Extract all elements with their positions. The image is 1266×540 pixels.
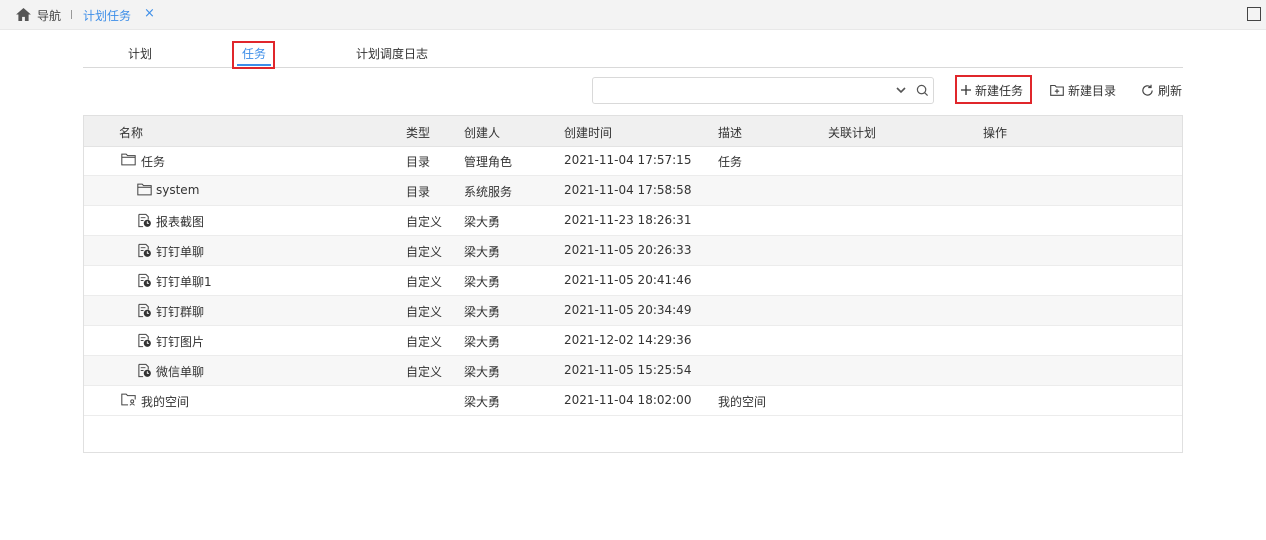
- table-row[interactable]: 任务 目录 管理角色 2021-11-04 17:57:15 任务: [84, 146, 1182, 176]
- row-creator: 梁大勇: [464, 395, 501, 409]
- search-input[interactable]: [599, 82, 883, 101]
- tab-plan-tasks[interactable]: 计划任务: [83, 7, 131, 24]
- row-created-time: 2021-11-05 15:25:54: [564, 363, 692, 377]
- table-header: 名称 类型 创建人 创建时间 描述 关联计划 操作: [84, 116, 1182, 147]
- column-creator[interactable]: 创建人: [464, 124, 500, 141]
- row-type: 自定义: [406, 305, 443, 319]
- task-icon: [137, 273, 152, 288]
- row-creator: 系统服务: [464, 185, 513, 199]
- row-creator: 梁大勇: [464, 245, 501, 259]
- row-name[interactable]: 钉钉图片: [156, 333, 204, 350]
- row-creator: 管理角色: [464, 155, 513, 169]
- highlight-box-task-tab: [232, 41, 275, 69]
- folder-icon: [121, 153, 136, 168]
- column-type[interactable]: 类型: [406, 124, 430, 141]
- search-icon[interactable]: [916, 84, 929, 97]
- row-creator: 梁大勇: [464, 215, 501, 229]
- table-row[interactable]: system 目录 系统服务 2021-11-04 17:58:58: [84, 176, 1182, 206]
- highlight-box-new-task: [955, 75, 1032, 104]
- new-folder-icon: [1050, 84, 1064, 96]
- row-created-time: 2021-11-04 18:02:00: [564, 393, 692, 407]
- row-name[interactable]: 任务: [141, 153, 165, 170]
- row-description: 我的空间: [718, 395, 767, 409]
- nav-label[interactable]: 导航: [37, 7, 61, 24]
- row-name[interactable]: 我的空间: [141, 393, 189, 410]
- table-row[interactable]: 我的空间 梁大勇 2021-11-04 18:02:00 我的空间: [84, 386, 1182, 416]
- tab-plan[interactable]: 计划: [128, 45, 152, 62]
- table-row[interactable]: 钉钉单聊1 自定义 梁大勇 2021-11-05 20:41:46: [84, 266, 1182, 296]
- task-icon: [137, 333, 152, 348]
- row-created-time: 2021-11-23 18:26:31: [564, 213, 692, 227]
- row-created-time: 2021-11-05 20:34:49: [564, 303, 692, 317]
- row-name[interactable]: system: [156, 183, 199, 197]
- row-created-time: 2021-11-05 20:26:33: [564, 243, 692, 257]
- refresh-icon: [1142, 84, 1153, 96]
- row-type: 自定义: [406, 335, 443, 349]
- row-created-time: 2021-11-04 17:57:15: [564, 153, 692, 167]
- row-description: 任务: [718, 155, 743, 169]
- new-folder-button[interactable]: 新建目录: [1050, 80, 1116, 100]
- top-bar: 导航 计划任务 ×: [0, 0, 1266, 30]
- task-icon: [137, 303, 152, 318]
- table-row[interactable]: 微信单聊 自定义 梁大勇 2021-11-05 15:25:54: [84, 356, 1182, 386]
- table-row[interactable]: 钉钉图片 自定义 梁大勇 2021-12-02 14:29:36: [84, 326, 1182, 356]
- maximize-icon[interactable]: [1247, 7, 1261, 21]
- table-row[interactable]: 钉钉单聊 自定义 梁大勇 2021-11-05 20:26:33: [84, 236, 1182, 266]
- column-description[interactable]: 描述: [718, 124, 742, 141]
- new-folder-label: 新建目录: [1068, 83, 1117, 98]
- column-name[interactable]: 名称: [119, 124, 143, 141]
- column-created-time[interactable]: 创建时间: [564, 124, 612, 141]
- tab-schedule-log[interactable]: 计划调度日志: [356, 45, 428, 62]
- task-icon: [137, 213, 152, 228]
- row-type: 自定义: [406, 365, 443, 379]
- row-name[interactable]: 钉钉群聊: [156, 303, 204, 320]
- chevron-down-icon[interactable]: [895, 84, 907, 96]
- table-row[interactable]: 报表截图 自定义 梁大勇 2021-11-23 18:26:31: [84, 206, 1182, 236]
- row-creator: 梁大勇: [464, 335, 501, 349]
- task-icon: [137, 363, 152, 378]
- row-name[interactable]: 钉钉单聊1: [156, 273, 212, 290]
- row-creator: 梁大勇: [464, 305, 501, 319]
- refresh-button[interactable]: 刷新: [1141, 80, 1182, 100]
- row-type: 目录: [406, 185, 431, 199]
- row-name[interactable]: 钉钉单聊: [156, 243, 204, 260]
- row-type: 自定义: [406, 275, 443, 289]
- close-icon[interactable]: ×: [144, 6, 155, 21]
- row-creator: 梁大勇: [464, 275, 501, 289]
- row-type: 自定义: [406, 245, 443, 259]
- task-icon: [137, 243, 152, 258]
- column-related-plan[interactable]: 关联计划: [828, 124, 876, 141]
- row-type: 目录: [406, 155, 431, 169]
- task-table: 名称 类型 创建人 创建时间 描述 关联计划 操作 任务 目录 管理角色 2021-1…: [83, 115, 1183, 453]
- search-box[interactable]: [592, 77, 934, 104]
- table-row[interactable]: 钉钉群聊 自定义 梁大勇 2021-11-05 20:34:49: [84, 296, 1182, 326]
- column-actions[interactable]: 操作: [983, 124, 1007, 141]
- folder-icon: [137, 183, 152, 198]
- user-folder-icon: [121, 393, 136, 408]
- row-created-time: 2021-11-05 20:41:46: [564, 273, 692, 287]
- home-icon[interactable]: [16, 8, 31, 21]
- row-name[interactable]: 微信单聊: [156, 363, 204, 380]
- row-created-time: 2021-11-04 17:58:58: [564, 183, 692, 197]
- row-name[interactable]: 报表截图: [156, 213, 204, 230]
- refresh-label: 刷新: [1158, 83, 1183, 98]
- row-created-time: 2021-12-02 14:29:36: [564, 333, 692, 347]
- divider: [71, 10, 72, 19]
- row-creator: 梁大勇: [464, 365, 501, 379]
- row-type: 自定义: [406, 215, 443, 229]
